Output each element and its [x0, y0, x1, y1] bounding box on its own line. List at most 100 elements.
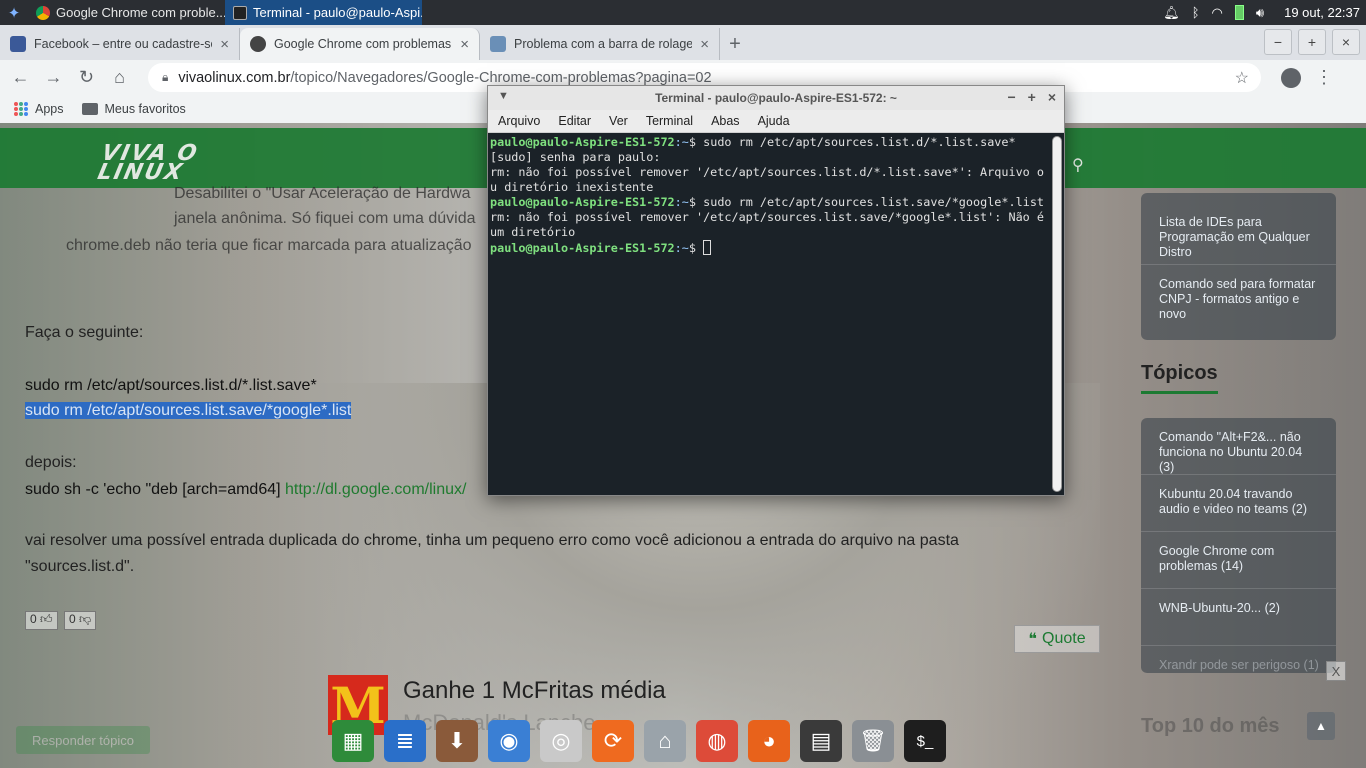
home-icon[interactable]: ⌂ [103, 67, 136, 88]
menu-ajuda[interactable]: Ajuda [758, 114, 790, 128]
topic-link[interactable]: WNB-Ubuntu-20... (2) [1141, 589, 1336, 646]
facebook-icon [10, 36, 26, 52]
clock[interactable]: 19 out, 22:37 [1284, 5, 1360, 20]
site-logo[interactable]: VIVA O LINUX [95, 141, 200, 185]
calculator-icon[interactable]: ▤ [800, 720, 842, 762]
logo-text-bottom: LINUX [95, 160, 187, 185]
close-icon[interactable]: × [700, 36, 709, 53]
article-link[interactable]: Lista de IDEs para Programação em Qualqu… [1141, 193, 1336, 265]
article-link[interactable]: Comando sed para formatar CNPJ - formato… [1141, 265, 1336, 322]
menu-terminal[interactable]: Terminal [646, 114, 693, 128]
terminal-prompt-path: :~ [674, 241, 689, 255]
topic-link[interactable]: Comando "Alt+F2&... não funciona no Ubun… [1141, 418, 1336, 475]
post-text-line: janela anônima. Só fiquei com uma dúvida [174, 210, 476, 227]
terminal-titlebar[interactable]: ▼ Terminal - paulo@paulo-Aspire-ES1-572:… [488, 86, 1064, 110]
tab-barra-rolagem[interactable]: Problema com a barra de rolage × [480, 28, 720, 60]
bookmark-label: Apps [35, 102, 64, 116]
bluetooth-icon[interactable]: ᛒ [1192, 5, 1200, 20]
whisker-menu-icon[interactable]: ✦ [0, 0, 28, 25]
chrome-icon[interactable]: ◍ [696, 720, 738, 762]
post-text-line: chrome.deb não teria que ficar marcada p… [66, 237, 472, 254]
account-avatar-icon[interactable] [1281, 67, 1301, 88]
taskbar-item-chrome[interactable]: Google Chrome com proble... [28, 0, 225, 25]
post-command-selected[interactable]: sudo rm /etc/apt/sources.list.save/*goog… [25, 402, 352, 420]
downvote-button[interactable]: 0 👎︎ [64, 611, 97, 630]
post-result: vai resolver uma possível entrada duplic… [25, 532, 959, 549]
system-tray: 🔔︎ ᛒ ◠ 🔊︎ 19 out, 22:37 [1163, 0, 1366, 25]
close-window-button[interactable]: × [1332, 29, 1360, 55]
terminal-current-line[interactable]: paulo@paulo-Aspire-ES1-572:~$ [490, 240, 1049, 256]
reload-icon[interactable]: ↻ [70, 67, 103, 88]
menu-ver[interactable]: Ver [609, 114, 628, 128]
dock: ▦ ≣ ⬇ ◉ ◎ ⟳ ⌂ ◍ ◕ ▤ 🗑 $_ [326, 700, 1042, 768]
terminal-cursor [703, 240, 712, 255]
thumbs-up-icon: 👍︎ [40, 612, 53, 626]
document-icon[interactable]: ≣ [384, 720, 426, 762]
downvote-count: 0 [69, 612, 76, 626]
close-window-button[interactable]: × [1048, 89, 1056, 105]
store-icon[interactable]: ◉ [488, 720, 530, 762]
terminal-prompt: paulo@paulo-Aspire-ES1-572 [490, 241, 675, 255]
topic-link[interactable]: Google Chrome com problemas (14) [1141, 532, 1336, 589]
close-icon[interactable]: × [460, 36, 469, 53]
vol-site-icon [250, 36, 266, 52]
maximize-button[interactable]: + [1298, 29, 1326, 55]
firefox-icon[interactable]: ◕ [748, 720, 790, 762]
terminal-icon[interactable]: $_ [904, 720, 946, 762]
upvote-button[interactable]: 0 👍︎ [25, 611, 58, 630]
minimize-button[interactable]: − [1007, 89, 1015, 105]
back-arrow-icon[interactable]: ← [4, 67, 37, 88]
forward-arrow-icon[interactable]: → [37, 67, 70, 88]
update-icon[interactable]: ⟳ [592, 720, 634, 762]
ad-close-button[interactable]: X [1326, 661, 1346, 681]
installer-icon[interactable]: ⬇ [436, 720, 478, 762]
tab-facebook[interactable]: Facebook – entre ou cadastre-se × [0, 28, 240, 60]
terminal-scrollbar[interactable] [1052, 136, 1062, 492]
quote-button[interactable]: ❝ Quote [1014, 625, 1100, 653]
reply-topic-button[interactable]: Responder tópico [16, 726, 150, 754]
menu-arquivo[interactable]: Arquivo [498, 114, 540, 128]
topic-link[interactable]: Xrandr pode ser perigoso (1) [1141, 646, 1336, 673]
scroll-top-button[interactable]: ▲ [1307, 712, 1335, 740]
menu-kebab-icon[interactable]: ⋮ [1315, 67, 1333, 88]
quote-label: Quote [1042, 630, 1086, 647]
terminal-window[interactable]: ▼ Terminal - paulo@paulo-Aspire-ES1-572:… [487, 85, 1065, 496]
trash-icon[interactable]: 🗑 [852, 720, 894, 762]
quote-icon: ❝ [1028, 631, 1037, 648]
wifi-icon[interactable]: ◠ [1212, 5, 1223, 21]
disc-icon[interactable]: ◎ [540, 720, 582, 762]
topics-underline [1141, 391, 1218, 394]
menu-abas[interactable]: Abas [711, 114, 740, 128]
terminal-window-controls: − + × [1007, 89, 1056, 105]
post-command: sudo sh -c 'echo "deb [arch=amd64] http:… [25, 481, 466, 499]
post-result: "sources.list.d". [25, 558, 135, 575]
notification-bell-icon[interactable]: 🔔︎ [1163, 5, 1180, 21]
folder-icon [81, 103, 98, 115]
url-path: /topico/Navegadores/Google-Chrome-com-pr… [290, 69, 712, 86]
selected-text[interactable]: sudo rm /etc/apt/sources.list.save/*goog… [25, 402, 352, 419]
close-icon[interactable]: × [220, 36, 229, 53]
new-tab-button[interactable]: + [720, 28, 750, 60]
site-favicon-icon [490, 36, 506, 52]
topic-link[interactable]: Kubuntu 20.04 travando audio e video no … [1141, 475, 1336, 532]
home-folder-icon[interactable]: ⌂ [644, 720, 686, 762]
spreadsheet-icon[interactable]: ▦ [332, 720, 374, 762]
top10-heading: Top 10 do mês [1141, 715, 1280, 737]
minimize-button[interactable]: − [1264, 29, 1292, 55]
maximize-button[interactable]: + [1028, 89, 1036, 105]
bookmark-apps[interactable]: Apps [14, 102, 64, 116]
post-after: depois: [25, 454, 77, 471]
terminal-prompt: paulo@paulo-Aspire-ES1-572 [490, 195, 675, 209]
taskbar-item-terminal[interactable]: Terminal - paulo@paulo-Aspi... [225, 0, 422, 25]
tab-google-chrome-problemas[interactable]: Google Chrome com problemas × [240, 28, 480, 60]
volume-icon[interactable]: 🔊︎ [1256, 5, 1264, 21]
command-link[interactable]: http://dl.google.com/linux/ [285, 481, 466, 498]
bookmark-star-icon[interactable]: ☆ [1235, 68, 1249, 88]
terminal-output[interactable]: paulo@paulo-Aspire-ES1-572:~$ sudo rm /e… [488, 133, 1051, 496]
search-icon[interactable]: ⚲ [1072, 155, 1084, 175]
menu-editar[interactable]: Editar [558, 114, 591, 128]
bookmark-meus-favoritos[interactable]: Meus favoritos [81, 102, 186, 116]
topics-heading: Tópicos [1141, 362, 1218, 384]
battery-icon[interactable] [1234, 5, 1244, 20]
terminal-command-line: paulo@paulo-Aspire-ES1-572:~$ sudo rm /e… [490, 195, 1049, 210]
